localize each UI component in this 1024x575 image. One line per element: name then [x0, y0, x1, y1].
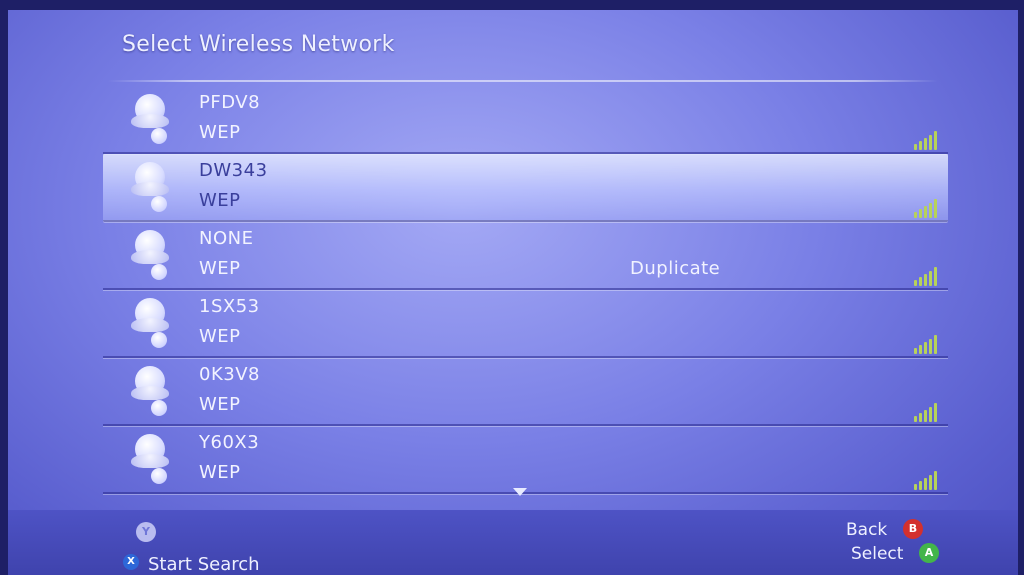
signal-bar: [919, 345, 922, 354]
signal-bar: [929, 271, 932, 286]
signal-bar: [924, 478, 927, 490]
signal-bar: [914, 144, 917, 150]
network-ssid: PFDV8: [199, 92, 261, 113]
signal-bar: [934, 403, 937, 422]
signal-bar: [934, 335, 937, 354]
network-row[interactable]: 0K3V8 WEP: [103, 358, 948, 426]
signal-bar: [934, 267, 937, 286]
signal-bar: [924, 274, 927, 286]
network-row[interactable]: Y60X3 WEP: [103, 426, 948, 494]
people-icon: [131, 434, 173, 486]
network-security: WEP: [199, 258, 241, 279]
network-row-selected[interactable]: DW343 WEP: [103, 154, 948, 222]
signal-bar: [924, 342, 927, 354]
start-search-label[interactable]: Start Search: [148, 554, 260, 575]
signal-bar: [914, 280, 917, 286]
network-row[interactable]: NONE WEP Duplicate: [103, 222, 948, 290]
network-ssid: DW343: [199, 160, 268, 181]
signal-bar: [929, 203, 932, 218]
signal-bar: [929, 135, 932, 150]
signal-bar: [919, 141, 922, 150]
people-icon: [131, 298, 173, 350]
network-security: WEP: [199, 462, 241, 483]
signal-bar: [934, 131, 937, 150]
network-ssid: 1SX53: [199, 296, 260, 317]
network-note: Duplicate: [630, 258, 721, 279]
signal-bar: [929, 339, 932, 354]
signal-strength-icon: [914, 266, 940, 286]
x-button-icon: X: [123, 554, 139, 570]
scroll-down-arrow-icon[interactable]: [513, 488, 527, 496]
network-list[interactable]: PFDV8 WEP DW343 WEP NONE WEP Duplicate 1…: [103, 86, 948, 494]
button-legend-bar: Y X Start Search Back B Select A: [8, 510, 1018, 575]
signal-strength-icon: [914, 402, 940, 422]
signal-bar: [929, 407, 932, 422]
signal-bar: [919, 209, 922, 218]
signal-bar: [914, 416, 917, 422]
signal-bar: [919, 277, 922, 286]
network-security: WEP: [199, 394, 241, 415]
a-button-icon[interactable]: A: [919, 543, 939, 563]
y-button-icon: Y: [136, 522, 156, 542]
signal-bar: [919, 413, 922, 422]
signal-strength-icon: [914, 470, 940, 490]
people-icon: [131, 230, 173, 282]
signal-bar: [924, 410, 927, 422]
people-icon: [131, 162, 173, 214]
select-label[interactable]: Select: [851, 544, 903, 564]
network-security: WEP: [199, 190, 241, 211]
signal-bar: [934, 199, 937, 218]
people-icon: [131, 366, 173, 418]
screen: Select Wireless Network PFDV8 WEP DW343 …: [8, 10, 1018, 575]
signal-bar: [924, 206, 927, 218]
people-icon: [131, 94, 173, 146]
signal-bar: [934, 471, 937, 490]
network-security: WEP: [199, 326, 241, 347]
network-ssid: NONE: [199, 228, 254, 249]
signal-strength-icon: [914, 130, 940, 150]
network-ssid: Y60X3: [199, 432, 260, 453]
network-row[interactable]: 1SX53 WEP: [103, 290, 948, 358]
back-label[interactable]: Back: [846, 520, 887, 540]
signal-bar: [914, 212, 917, 218]
title-divider: [108, 80, 938, 82]
signal-strength-icon: [914, 334, 940, 354]
network-row[interactable]: PFDV8 WEP: [103, 86, 948, 154]
network-ssid: 0K3V8: [199, 364, 260, 385]
network-security: WEP: [199, 122, 241, 143]
signal-bar: [924, 138, 927, 150]
page-title: Select Wireless Network: [122, 32, 395, 57]
signal-bar: [914, 348, 917, 354]
signal-bar: [929, 475, 932, 490]
signal-strength-icon: [914, 198, 940, 218]
b-button-icon[interactable]: B: [903, 519, 923, 539]
signal-bar: [919, 481, 922, 490]
signal-bar: [914, 484, 917, 490]
